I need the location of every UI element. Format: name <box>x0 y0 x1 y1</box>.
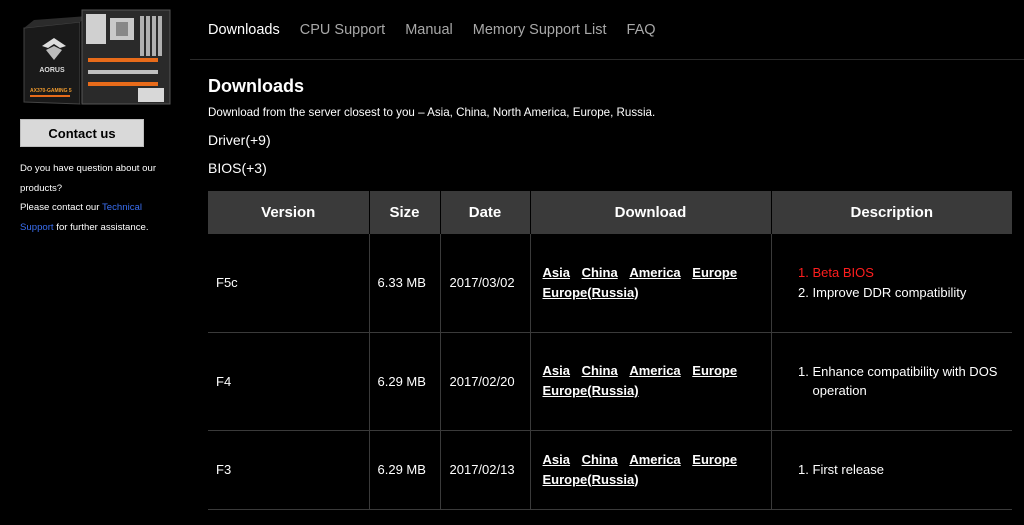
help-contact-suffix: for further assistance. <box>56 221 149 233</box>
page-title: Downloads <box>208 76 305 96</box>
header-description: Description <box>771 191 1012 234</box>
download-america-link[interactable]: America <box>629 363 680 378</box>
download-america-link[interactable]: America <box>629 265 680 280</box>
description-item: First release <box>813 460 1005 480</box>
tab-manual[interactable]: Manual <box>405 22 453 44</box>
description-item: Improve DDR compatibility <box>813 283 1005 303</box>
download-america-link[interactable]: America <box>629 452 680 467</box>
cell-date: 2017/03/02 <box>440 234 531 333</box>
contact-us-button[interactable]: Contact us <box>20 119 144 147</box>
table-header-row: Version Size Date Download Description <box>208 191 1012 234</box>
download-asia-link[interactable]: Asia <box>543 363 570 378</box>
bios-table: Version Size Date Download Description F… <box>208 191 1012 510</box>
cell-description: Beta BIOS Improve DDR compatibility <box>771 234 1012 333</box>
description-item: Enhance compatibility with DOS operation <box>813 362 1005 401</box>
download-europe-link[interactable]: Europe <box>692 265 737 280</box>
product-logo-text: AORUS <box>39 67 65 74</box>
download-asia-link[interactable]: Asia <box>543 452 570 467</box>
header-size: Size <box>369 191 441 234</box>
driver-category-toggle[interactable]: Driver(+9) <box>208 132 271 148</box>
download-russia-link[interactable]: Europe(Russia) <box>543 383 639 398</box>
download-china-link[interactable]: China <box>582 452 618 467</box>
help-question: Do you have question about our products? <box>20 163 157 194</box>
bios-category-toggle[interactable]: BIOS(+3) <box>208 160 267 176</box>
cell-description: Enhance compatibility with DOS operation <box>771 332 1012 431</box>
tab-bar: Downloads CPU Support Manual Memory Supp… <box>208 22 676 44</box>
table-row: F5c 6.33 MB 2017/03/02 Asia China Americ… <box>208 234 1012 333</box>
download-europe-link[interactable]: Europe <box>692 363 737 378</box>
table-row: F4 6.29 MB 2017/02/20 Asia China America… <box>208 332 1012 431</box>
tab-cpu-support[interactable]: CPU Support <box>300 22 385 44</box>
cell-version: F5c <box>208 234 370 333</box>
header-download: Download <box>530 191 772 234</box>
cell-download: Asia China America Europe Europe(Russia) <box>530 332 772 431</box>
help-contact-prefix: Please contact our <box>20 202 100 213</box>
cell-size: 6.33 MB <box>369 234 441 333</box>
product-model-text: AX370-GAMING 5 <box>30 88 72 94</box>
cell-date: 2017/02/20 <box>440 332 531 431</box>
table-row: F3 6.29 MB 2017/02/13 Asia China America… <box>208 430 1012 510</box>
download-russia-link[interactable]: Europe(Russia) <box>543 285 639 300</box>
header-version: Version <box>208 191 370 234</box>
cell-size: 6.29 MB <box>369 430 441 510</box>
sidebar: AORUS AX370-GAMING 5 Contact us Do you h… <box>0 0 190 525</box>
section-description: Download from the server closest to you … <box>208 106 656 119</box>
product-image: AORUS AX370-GAMING 5 <box>23 9 171 105</box>
tab-divider <box>190 59 1024 60</box>
cell-date: 2017/02/13 <box>440 430 531 510</box>
download-asia-link[interactable]: Asia <box>543 265 570 280</box>
cell-description: First release <box>771 430 1012 510</box>
description-item: Beta BIOS <box>813 263 1005 283</box>
cell-size: 6.29 MB <box>369 332 441 431</box>
cell-download: Asia China America Europe Europe(Russia) <box>530 430 772 510</box>
download-europe-link[interactable]: Europe <box>692 452 737 467</box>
cell-version: F3 <box>208 430 370 510</box>
cell-version: F4 <box>208 332 370 431</box>
download-russia-link[interactable]: Europe(Russia) <box>543 472 639 487</box>
header-date: Date <box>440 191 531 234</box>
help-text: Do you have question about our products?… <box>20 159 170 237</box>
cell-download: Asia China America Europe Europe(Russia) <box>530 234 772 333</box>
tab-memory-support-list[interactable]: Memory Support List <box>473 22 607 44</box>
download-china-link[interactable]: China <box>582 265 618 280</box>
tab-downloads[interactable]: Downloads <box>208 22 280 44</box>
tab-faq[interactable]: FAQ <box>627 22 656 44</box>
download-china-link[interactable]: China <box>582 363 618 378</box>
